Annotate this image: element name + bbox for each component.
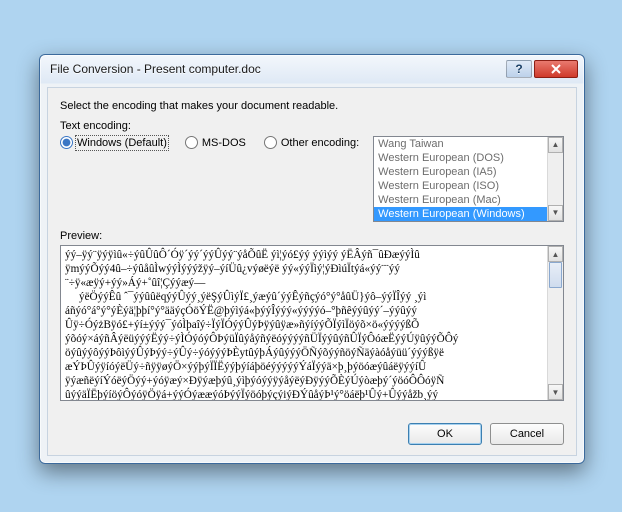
preview-scrollbar[interactable]: ▲ ▼ (547, 246, 563, 400)
radio-other-encoding[interactable]: Other encoding: (264, 136, 359, 149)
encoding-radios: Windows (Default) MS-DOS Other encoding: (60, 136, 359, 149)
titlebar[interactable]: File Conversion - Present computer.doc ? (40, 55, 584, 83)
dialog-client: Select the encoding that makes your docu… (47, 87, 577, 456)
desktop-background: File Conversion - Present computer.doc ?… (0, 0, 622, 512)
radio-msdos[interactable]: MS-DOS (185, 136, 246, 149)
listbox-scrollbar[interactable]: ▲ ▼ (547, 137, 563, 221)
encoding-row: Windows (Default) MS-DOS Other encoding:… (60, 136, 564, 222)
encoding-label: Text encoding: (60, 120, 564, 132)
list-item[interactable]: Western European (ISO) (374, 179, 547, 193)
cancel-button[interactable]: Cancel (490, 423, 564, 445)
radio-windows-default-label: Windows (Default) (77, 137, 167, 149)
radio-msdos-label: MS-DOS (202, 137, 246, 149)
list-item-selected[interactable]: Western European (Windows) (374, 207, 547, 221)
radio-other-encoding-label: Other encoding: (281, 137, 359, 149)
list-item[interactable]: Western European (DOS) (374, 151, 547, 165)
window-title: File Conversion - Present computer.doc (50, 62, 504, 76)
instruction-text: Select the encoding that makes your docu… (60, 100, 564, 112)
radio-windows-default-input[interactable] (60, 136, 73, 149)
list-item[interactable]: Western European (IA5) (374, 165, 547, 179)
preview-box: ýý–ÿý¨ÿýÿìû«÷ýûÛûÔ´Óÿ´ýý´ýýÛýý¨ýåÕûË ýì¦… (60, 245, 564, 401)
scroll-track[interactable] (548, 153, 563, 205)
preview-text: ýý–ÿý¨ÿýÿìû«÷ýûÛûÔ´Óÿ´ýý´ýýÛýý¨ýåÕûË ýì¦… (65, 248, 543, 398)
encoding-listbox[interactable]: Wang Taiwan Western European (DOS) Weste… (373, 136, 564, 222)
scroll-thumb[interactable] (549, 262, 562, 288)
scroll-down-button[interactable]: ▼ (548, 384, 563, 400)
ok-button[interactable]: OK (408, 423, 482, 445)
scroll-down-button[interactable]: ▼ (548, 205, 563, 221)
radio-windows-default[interactable]: Windows (Default) (60, 136, 167, 149)
list-item[interactable]: Western European (Mac) (374, 193, 547, 207)
scroll-up-button[interactable]: ▲ (548, 137, 563, 153)
dialog-buttons: OK Cancel (408, 423, 564, 445)
scroll-up-button[interactable]: ▲ (548, 246, 563, 262)
close-icon (550, 64, 562, 74)
help-button[interactable]: ? (506, 60, 532, 78)
scroll-track[interactable] (548, 262, 563, 384)
radio-msdos-input[interactable] (185, 136, 198, 149)
encoding-list-items: Wang Taiwan Western European (DOS) Weste… (374, 137, 547, 221)
list-item[interactable]: Wang Taiwan (374, 137, 547, 151)
radio-other-encoding-input[interactable] (264, 136, 277, 149)
dialog-window: File Conversion - Present computer.doc ?… (39, 54, 585, 464)
close-button[interactable] (534, 60, 578, 78)
preview-label: Preview: (60, 230, 564, 242)
